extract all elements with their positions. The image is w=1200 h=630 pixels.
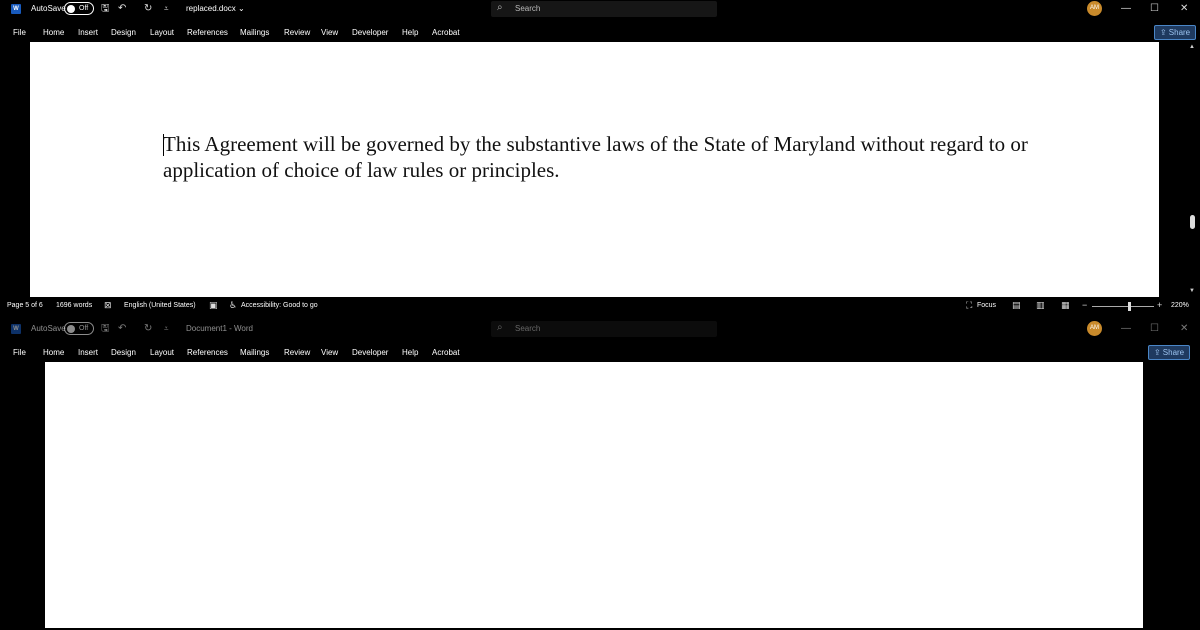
avatar[interactable]: AM — [1087, 1, 1102, 16]
word-logo-icon: W — [11, 324, 21, 334]
ribbon-tabs: File Home Insert Design Layout Reference… — [0, 24, 1200, 42]
share-icon: ⇪ — [1153, 348, 1161, 357]
save-icon[interactable]: 🖫 — [101, 322, 110, 336]
autosave-label: AutoSave — [31, 324, 66, 333]
save-icon[interactable]: 🖫 — [101, 2, 110, 16]
read-mode-icon[interactable]: ▤ — [1012, 300, 1021, 311]
search-icon: ⌕ — [497, 322, 503, 333]
minimize-icon[interactable]: — — [1121, 1, 1131, 17]
tab-file[interactable]: File — [13, 28, 26, 37]
document-page[interactable] — [45, 362, 1143, 628]
share-icon: ⇪ — [1159, 28, 1167, 37]
search-icon: ⌕ — [497, 2, 503, 13]
zoom-slider-thumb[interactable] — [1128, 302, 1131, 311]
word-window-replaced: W AutoSave Off 🖫 ↶ ↻ ⩡ replaced.docx ⌄ ⌕… — [0, 0, 1200, 320]
tab-insert[interactable]: Insert — [78, 348, 98, 357]
zoom-in-icon[interactable]: + — [1157, 300, 1162, 310]
document-title-text: replaced.docx — [186, 4, 236, 13]
tab-developer[interactable]: Developer — [352, 28, 388, 37]
macro-icon[interactable]: ▣ — [209, 300, 218, 311]
tab-insert[interactable]: Insert — [78, 28, 98, 37]
autosave-toggle[interactable]: Off — [64, 2, 94, 15]
tab-design[interactable]: Design — [111, 348, 136, 357]
accessibility-status[interactable]: Accessibility: Good to go — [241, 302, 318, 309]
accessibility-icon: ♿ — [229, 300, 238, 310]
focus-button[interactable]: Focus — [977, 302, 996, 309]
share-label: Share — [1162, 348, 1185, 357]
zoom-out-icon[interactable]: − — [1082, 300, 1087, 310]
undo-icon[interactable]: ↶ — [118, 2, 126, 16]
share-button[interactable]: ⇪ Share — [1148, 345, 1190, 360]
tab-help[interactable]: Help — [402, 28, 418, 37]
page-count[interactable]: Page 5 of 6 — [7, 302, 43, 309]
search-placeholder: Search — [515, 324, 541, 333]
tab-mailings[interactable]: Mailings — [240, 348, 269, 357]
search-box[interactable]: ⌕ Search — [491, 321, 717, 337]
web-layout-icon[interactable]: ▦ — [1061, 300, 1070, 311]
focus-icon: ⛶ — [966, 300, 973, 310]
share-label: Share — [1168, 28, 1191, 37]
word-count[interactable]: 1696 words — [56, 302, 92, 309]
language[interactable]: English (United States) — [124, 302, 196, 309]
document-body-text[interactable]: This Agreement will be governed by the s… — [163, 132, 1043, 183]
zoom-slider[interactable] — [1092, 306, 1154, 307]
share-button[interactable]: ⇪ Share — [1154, 25, 1196, 40]
restore-icon[interactable]: ☐ — [1150, 1, 1159, 17]
toggle-state: Off — [79, 325, 89, 332]
word-logo-icon: W — [11, 4, 21, 14]
customize-toolbar-icon[interactable]: ⩡ — [164, 322, 169, 336]
tab-help[interactable]: Help — [402, 348, 418, 357]
minimize-icon[interactable]: — — [1121, 321, 1131, 337]
scroll-down-icon[interactable]: ▼ — [1189, 288, 1195, 294]
ribbon-tabs: File Home Insert Design Layout Reference… — [0, 344, 1200, 362]
tab-layout[interactable]: Layout — [150, 348, 174, 357]
tab-developer[interactable]: Developer — [352, 348, 388, 357]
tab-home[interactable]: Home — [43, 28, 64, 37]
close-icon[interactable]: ✕ — [1180, 321, 1188, 337]
chevron-down-icon: ⌄ — [238, 4, 245, 13]
redo-icon[interactable]: ↻ — [144, 2, 152, 16]
tab-references[interactable]: References — [187, 28, 228, 37]
search-box[interactable]: ⌕ Search — [491, 1, 717, 17]
title-bar: W AutoSave Off 🖫 ↶ ↻ ⩡ replaced.docx ⌄ ⌕… — [0, 0, 1200, 18]
tab-view[interactable]: View — [321, 348, 338, 357]
tab-home[interactable]: Home — [43, 348, 64, 357]
tab-review[interactable]: Review — [284, 28, 310, 37]
toggle-knob — [67, 325, 75, 333]
spelling-icon[interactable]: ⊠ — [104, 300, 112, 311]
tab-design[interactable]: Design — [111, 28, 136, 37]
document-page[interactable]: This Agreement will be governed by the s… — [30, 42, 1159, 297]
vertical-scrollbar[interactable]: ▲ ▼ — [1186, 42, 1200, 297]
tab-review[interactable]: Review — [284, 348, 310, 357]
scroll-up-icon[interactable]: ▲ — [1189, 44, 1195, 50]
zoom-level[interactable]: 220% — [1171, 302, 1189, 309]
search-placeholder: Search — [515, 4, 541, 13]
document-title: Document1 - Word — [186, 324, 253, 333]
tab-acrobat[interactable]: Acrobat — [432, 348, 460, 357]
title-bar: W AutoSave Off 🖫 ↶ ↻ ⩡ Document1 - Word … — [0, 320, 1200, 338]
tab-file[interactable]: File — [13, 348, 26, 357]
scrollbar-thumb[interactable] — [1190, 215, 1195, 229]
autosave-label: AutoSave — [31, 4, 66, 13]
toggle-state: Off — [79, 5, 89, 12]
document-title[interactable]: replaced.docx ⌄ — [186, 4, 245, 13]
tab-layout[interactable]: Layout — [150, 28, 174, 37]
tab-view[interactable]: View — [321, 28, 338, 37]
undo-icon[interactable]: ↶ — [118, 322, 126, 336]
tab-acrobat[interactable]: Acrobat — [432, 28, 460, 37]
restore-icon[interactable]: ☐ — [1150, 321, 1159, 337]
toggle-knob — [67, 5, 75, 13]
avatar[interactable]: AM — [1087, 321, 1102, 336]
redo-icon[interactable]: ↻ — [144, 322, 152, 336]
tab-mailings[interactable]: Mailings — [240, 28, 269, 37]
tab-references[interactable]: References — [187, 348, 228, 357]
print-layout-icon[interactable]: ▥ — [1036, 300, 1045, 311]
autosave-toggle[interactable]: Off — [64, 322, 94, 335]
close-icon[interactable]: ✕ — [1180, 1, 1188, 17]
word-window-document1: W AutoSave Off 🖫 ↶ ↻ ⩡ Document1 - Word … — [0, 320, 1200, 630]
status-bar: Page 5 of 6 1696 words ⊠ English (United… — [0, 298, 1200, 314]
customize-toolbar-icon[interactable]: ⩡ — [164, 2, 169, 16]
